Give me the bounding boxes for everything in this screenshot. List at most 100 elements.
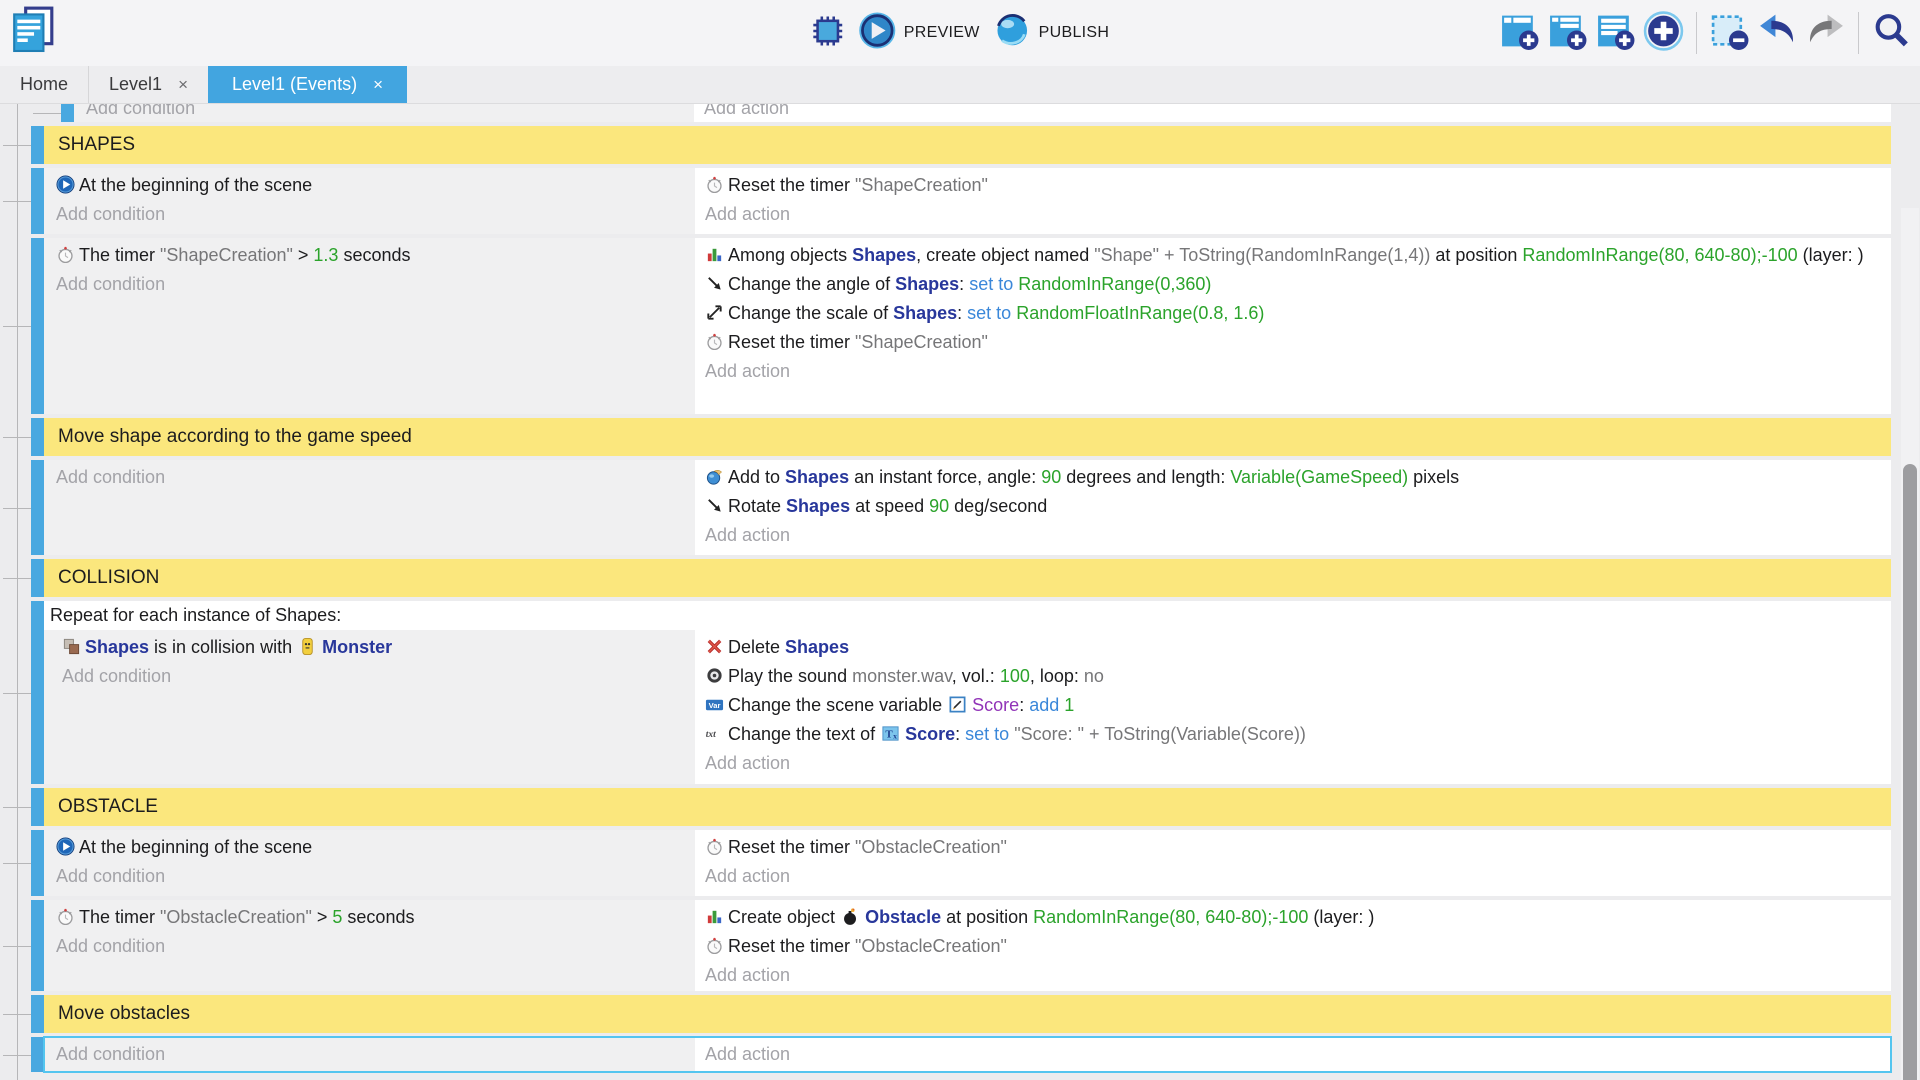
preview-button[interactable]: PREVIEW (859, 12, 980, 54)
event-box: Add condition Add action (74, 104, 1891, 122)
action[interactable]: txtChange the text of TxScore: set to "S… (705, 720, 1877, 749)
event-selection-bar[interactable] (31, 559, 44, 597)
event-box: At the beginning of the sceneAdd conditi… (44, 830, 1891, 896)
conditions-column[interactable]: At the beginning of the sceneAdd conditi… (44, 830, 699, 896)
action[interactable]: Reset the timer "ObstacleCreation" (705, 833, 1877, 862)
add-condition-button[interactable]: Add condition (56, 1040, 695, 1069)
group-header[interactable]: COLLISION (44, 559, 1891, 597)
action[interactable]: VarChange the scene variable Score: add … (705, 691, 1877, 720)
svg-text:txt: txt (706, 730, 716, 740)
group-header[interactable]: SHAPES (44, 126, 1891, 164)
foreach-header[interactable]: Repeat for each instance of Shapes: (44, 601, 1891, 630)
event-selection-bar[interactable] (61, 104, 74, 122)
tab-home[interactable]: Home (0, 66, 88, 103)
add-action-button[interactable]: Add action (705, 357, 1877, 386)
action[interactable]: Create object Obstacle at position Rando… (705, 903, 1877, 932)
redo-icon[interactable] (1805, 10, 1846, 57)
event-selection-bar[interactable] (31, 900, 44, 991)
create-object-icon (705, 244, 725, 263)
add-subevent-icon[interactable] (1547, 10, 1588, 57)
event-selection-bar[interactable] (31, 238, 44, 414)
event-row: Add condition Add action (31, 1037, 1891, 1072)
group-header[interactable]: OBSTACLE (44, 788, 1891, 826)
actions-column[interactable]: Add action (698, 104, 1891, 122)
group-header[interactable]: Move shape according to the game speed (44, 418, 1891, 456)
condition[interactable]: At the beginning of the scene (56, 833, 695, 862)
search-icon[interactable] (1871, 10, 1912, 57)
add-comment-icon[interactable] (1595, 10, 1636, 57)
add-condition-button[interactable]: Add condition (56, 270, 695, 299)
action[interactable]: Reset the timer "ShapeCreation" (705, 328, 1877, 357)
event-box: Repeat for each instance of Shapes:Shape… (44, 601, 1891, 784)
add-more-icon[interactable] (1643, 10, 1684, 57)
vertical-scrollbar[interactable] (1901, 208, 1919, 1080)
actions-column[interactable]: Reset the timer "ObstacleCreation"Add ac… (699, 830, 1891, 896)
add-condition-button[interactable]: Add condition (56, 463, 695, 492)
conditions-column[interactable]: Add condition (74, 104, 698, 122)
action[interactable]: Add to Shapes an instant force, angle: 9… (705, 463, 1877, 492)
condition[interactable]: At the beginning of the scene (56, 171, 695, 200)
monster-object-icon (298, 636, 318, 655)
debugger-icon[interactable] (811, 14, 845, 53)
action[interactable]: Reset the timer "ObstacleCreation" (705, 932, 1877, 961)
add-action-button[interactable]: Add action (705, 200, 1877, 229)
conditions-column[interactable]: The timer "ObstacleCreation" > 5 seconds… (44, 900, 699, 991)
delete-event-icon[interactable] (1709, 10, 1750, 57)
condition[interactable]: The timer "ObstacleCreation" > 5 seconds (56, 903, 695, 932)
action[interactable]: Play the sound monster.wav, vol.: 100, l… (705, 662, 1877, 691)
action[interactable]: Rotate Shapes at speed 90 deg/second (705, 492, 1877, 521)
add-condition-button[interactable]: Add condition (62, 662, 695, 691)
add-event-icon[interactable] (1499, 10, 1540, 57)
actions-column[interactable]: Delete ShapesPlay the sound monster.wav,… (699, 630, 1891, 784)
group-title: SHAPES (44, 134, 1891, 156)
event-selection-bar[interactable] (31, 1037, 44, 1072)
group-header[interactable]: Move obstacles (44, 995, 1891, 1033)
conditions-column[interactable]: Add condition (44, 460, 699, 555)
add-condition-button[interactable]: Add condition (56, 862, 695, 891)
conditions-column[interactable]: The timer "ShapeCreation" > 1.3 secondsA… (44, 238, 699, 414)
undo-icon[interactable] (1757, 10, 1798, 57)
add-action-button[interactable]: Add action (705, 961, 1877, 990)
event-box: The timer "ObstacleCreation" > 5 seconds… (44, 900, 1891, 991)
add-condition-button[interactable]: Add condition (56, 200, 695, 229)
tab-close-icon[interactable]: × (178, 75, 188, 95)
conditions-column[interactable]: Add condition (44, 1037, 699, 1072)
actions-column[interactable]: Among objects Shapes, create object name… (699, 238, 1891, 414)
event-selection-bar[interactable] (31, 830, 44, 896)
actions-column[interactable]: Create object Obstacle at position Rando… (699, 900, 1891, 991)
event-selection-bar[interactable] (31, 601, 44, 784)
actions-column[interactable]: Add action (699, 1037, 1891, 1072)
add-action-button[interactable]: Add action (705, 749, 1877, 778)
event-selection-bar[interactable] (31, 995, 44, 1033)
event-selection-bar[interactable] (31, 168, 44, 234)
event-selection-bar[interactable] (31, 460, 44, 555)
tab-level1-events[interactable]: Level1 (Events) × (208, 66, 407, 103)
app-menu-icon[interactable] (10, 5, 56, 57)
add-action-button[interactable]: Add action (705, 521, 1877, 550)
action[interactable]: Delete Shapes (705, 633, 1877, 662)
scrollbar-thumb[interactable] (1903, 464, 1917, 1080)
add-action-button[interactable]: Add action (704, 104, 1877, 122)
condition[interactable]: Shapes is in collision with Monster (62, 633, 695, 662)
add-condition-button[interactable]: Add condition (56, 932, 695, 961)
tab-level1-scene[interactable]: Level1 × (88, 66, 208, 103)
timer-icon (705, 331, 725, 350)
tab-label: Level1 (Events) (232, 74, 357, 95)
event-selection-bar[interactable] (31, 788, 44, 826)
action[interactable]: Change the scale of Shapes: set to Rando… (705, 299, 1877, 328)
tab-close-icon[interactable]: × (373, 75, 383, 95)
actions-column[interactable]: Add to Shapes an instant force, angle: 9… (699, 460, 1891, 555)
add-condition-button[interactable]: Add condition (86, 104, 694, 122)
action[interactable]: Reset the timer "ShapeCreation" (705, 171, 1877, 200)
add-action-button[interactable]: Add action (705, 862, 1877, 891)
add-action-button[interactable]: Add action (705, 1040, 1877, 1069)
publish-button[interactable]: PUBLISH (994, 12, 1110, 54)
conditions-column[interactable]: Shapes is in collision with MonsterAdd c… (44, 630, 699, 784)
event-selection-bar[interactable] (31, 418, 44, 456)
conditions-column[interactable]: At the beginning of the sceneAdd conditi… (44, 168, 699, 234)
event-selection-bar[interactable] (31, 126, 44, 164)
condition[interactable]: The timer "ShapeCreation" > 1.3 seconds (56, 241, 695, 270)
action[interactable]: Change the angle of Shapes: set to Rando… (705, 270, 1877, 299)
actions-column[interactable]: Reset the timer "ShapeCreation"Add actio… (699, 168, 1891, 234)
action[interactable]: Among objects Shapes, create object name… (705, 241, 1877, 270)
